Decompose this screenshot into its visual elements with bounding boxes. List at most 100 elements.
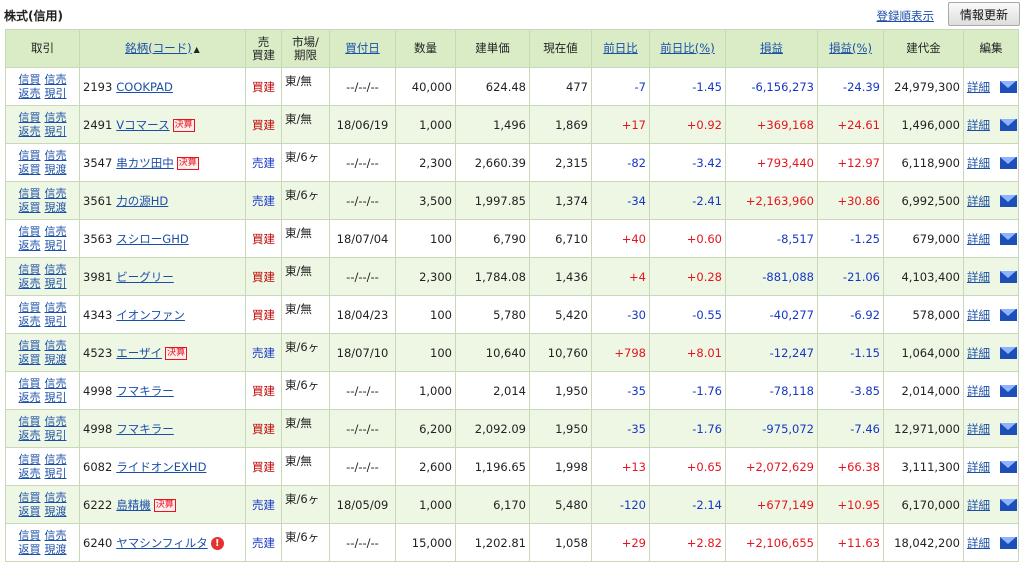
stock-name-link[interactable]: 力の源HD	[116, 194, 168, 208]
mail-envelope-icon[interactable]	[1000, 537, 1017, 549]
trade-action-link[interactable]: 現引	[45, 239, 67, 252]
trade-action-link[interactable]: 信売	[45, 111, 67, 124]
trade-action-link[interactable]: 信買	[19, 301, 41, 314]
mail-envelope-icon[interactable]	[1000, 499, 1017, 511]
detail-link[interactable]: 詳細	[967, 156, 990, 170]
col-buy-date[interactable]: 買付日	[329, 29, 396, 68]
trade-action-link[interactable]: 信買	[19, 491, 41, 504]
mail-envelope-icon[interactable]	[1000, 309, 1017, 321]
col-pl-pct[interactable]: 損益(%)	[817, 29, 884, 68]
trade-action-link[interactable]: 現引	[45, 315, 67, 328]
mail-envelope-icon[interactable]	[1000, 385, 1017, 397]
trade-action-link[interactable]: 信売	[45, 73, 67, 86]
col-prev-diff[interactable]: 前日比	[591, 29, 650, 68]
detail-link[interactable]: 詳細	[967, 232, 990, 246]
mail-envelope-icon[interactable]	[1000, 157, 1017, 169]
mail-envelope-icon[interactable]	[1000, 81, 1017, 93]
trade-action-link[interactable]: 返売	[19, 391, 41, 404]
stock-name-link[interactable]: イオンファン	[116, 308, 185, 322]
mail-envelope-icon[interactable]	[1000, 119, 1017, 131]
trade-action-link[interactable]: 現引	[45, 467, 67, 480]
trade-action-link[interactable]: 信売	[45, 453, 67, 466]
trade-action-link[interactable]: 返売	[19, 277, 41, 290]
mail-envelope-icon[interactable]	[1000, 347, 1017, 359]
trade-action-link[interactable]: 信売	[45, 491, 67, 504]
detail-link[interactable]: 詳細	[967, 118, 990, 132]
register-order-link[interactable]: 登録順表示	[877, 8, 935, 24]
mail-envelope-icon[interactable]	[1000, 461, 1017, 473]
trade-action-link[interactable]: 返売	[19, 467, 41, 480]
detail-link[interactable]: 詳細	[967, 194, 990, 208]
stock-name-link[interactable]: エーザイ	[116, 346, 162, 360]
trade-action-link[interactable]: 返買	[19, 201, 41, 214]
trade-action-link[interactable]: 返買	[19, 543, 41, 556]
mail-envelope-icon[interactable]	[1000, 423, 1017, 435]
trade-action-link[interactable]: 返買	[19, 353, 41, 366]
detail-link[interactable]: 詳細	[967, 80, 990, 94]
refresh-button[interactable]: 情報更新	[948, 2, 1020, 26]
trade-action-link[interactable]: 返売	[19, 315, 41, 328]
trade-action-link[interactable]: 信買	[19, 339, 41, 352]
trade-action-link[interactable]: 現渡	[45, 201, 67, 214]
trade-action-link[interactable]: 信買	[19, 377, 41, 390]
detail-link[interactable]: 詳細	[967, 346, 990, 360]
trade-action-link[interactable]: 信買	[19, 111, 41, 124]
stock-name-link[interactable]: 串カツ田中	[116, 156, 174, 170]
trade-action-link[interactable]: 現引	[45, 277, 67, 290]
trade-action-link[interactable]: 信買	[19, 529, 41, 542]
trade-action-link[interactable]: 信買	[19, 263, 41, 276]
detail-link[interactable]: 詳細	[967, 498, 990, 512]
trade-action-link[interactable]: 返売	[19, 125, 41, 138]
detail-link[interactable]: 詳細	[967, 308, 990, 322]
stock-name-link[interactable]: Vコマース	[116, 118, 169, 132]
stock-name-link[interactable]: フマキラー	[116, 422, 174, 436]
detail-link[interactable]: 詳細	[967, 536, 990, 550]
detail-link[interactable]: 詳細	[967, 270, 990, 284]
stock-name-link[interactable]: ヤマシンフィルタ	[116, 536, 207, 550]
stock-name-link[interactable]: ビーグリー	[116, 270, 174, 284]
detail-link[interactable]: 詳細	[967, 384, 990, 398]
current-price: 1,058	[529, 523, 592, 562]
trade-action-link[interactable]: 信売	[45, 225, 67, 238]
trade-action-link[interactable]: 現引	[45, 87, 67, 100]
stock-name-link[interactable]: フマキラー	[116, 384, 174, 398]
trade-action-link[interactable]: 信買	[19, 453, 41, 466]
trade-action-link[interactable]: 返売	[19, 87, 41, 100]
stock-name-link[interactable]: スシローGHD	[116, 232, 188, 246]
trade-action-link[interactable]: 現引	[45, 429, 67, 442]
trade-action-link[interactable]: 現渡	[45, 353, 67, 366]
stock-name-link[interactable]: ライドオンEXHD	[116, 460, 206, 474]
trade-action-link[interactable]: 信買	[19, 225, 41, 238]
trade-action-link[interactable]: 信売	[45, 263, 67, 276]
detail-link[interactable]: 詳細	[967, 460, 990, 474]
trade-action-link[interactable]: 現引	[45, 391, 67, 404]
stock-name-link[interactable]: COOKPAD	[116, 80, 173, 94]
trade-action-link[interactable]: 信売	[45, 377, 67, 390]
trade-action-link[interactable]: 信買	[19, 149, 41, 162]
trade-action-link[interactable]: 現渡	[45, 543, 67, 556]
trade-action-link[interactable]: 信売	[45, 187, 67, 200]
col-prev-diff-pct[interactable]: 前日比(%)	[649, 29, 726, 68]
mail-envelope-icon[interactable]	[1000, 233, 1017, 245]
trade-action-link[interactable]: 返買	[19, 163, 41, 176]
trade-action-link[interactable]: 返売	[19, 239, 41, 252]
trade-action-link[interactable]: 信買	[19, 73, 41, 86]
trade-action-link[interactable]: 信買	[19, 415, 41, 428]
trade-action-link[interactable]: 信売	[45, 339, 67, 352]
stock-name-link[interactable]: 島精機	[116, 498, 151, 512]
trade-action-link[interactable]: 返買	[19, 505, 41, 518]
trade-action-link[interactable]: 現渡	[45, 505, 67, 518]
trade-action-link[interactable]: 信売	[45, 529, 67, 542]
trade-action-link[interactable]: 信売	[45, 149, 67, 162]
trade-action-link[interactable]: 信売	[45, 301, 67, 314]
trade-action-link[interactable]: 返売	[19, 429, 41, 442]
trade-action-link[interactable]: 現渡	[45, 163, 67, 176]
trade-action-link[interactable]: 信売	[45, 415, 67, 428]
trade-action-link[interactable]: 現引	[45, 125, 67, 138]
trade-action-link[interactable]: 信買	[19, 187, 41, 200]
col-stock[interactable]: 銘柄(コード) ▲	[79, 29, 246, 68]
detail-link[interactable]: 詳細	[967, 422, 990, 436]
mail-envelope-icon[interactable]	[1000, 271, 1017, 283]
mail-envelope-icon[interactable]	[1000, 195, 1017, 207]
col-pl[interactable]: 損益	[725, 29, 818, 68]
